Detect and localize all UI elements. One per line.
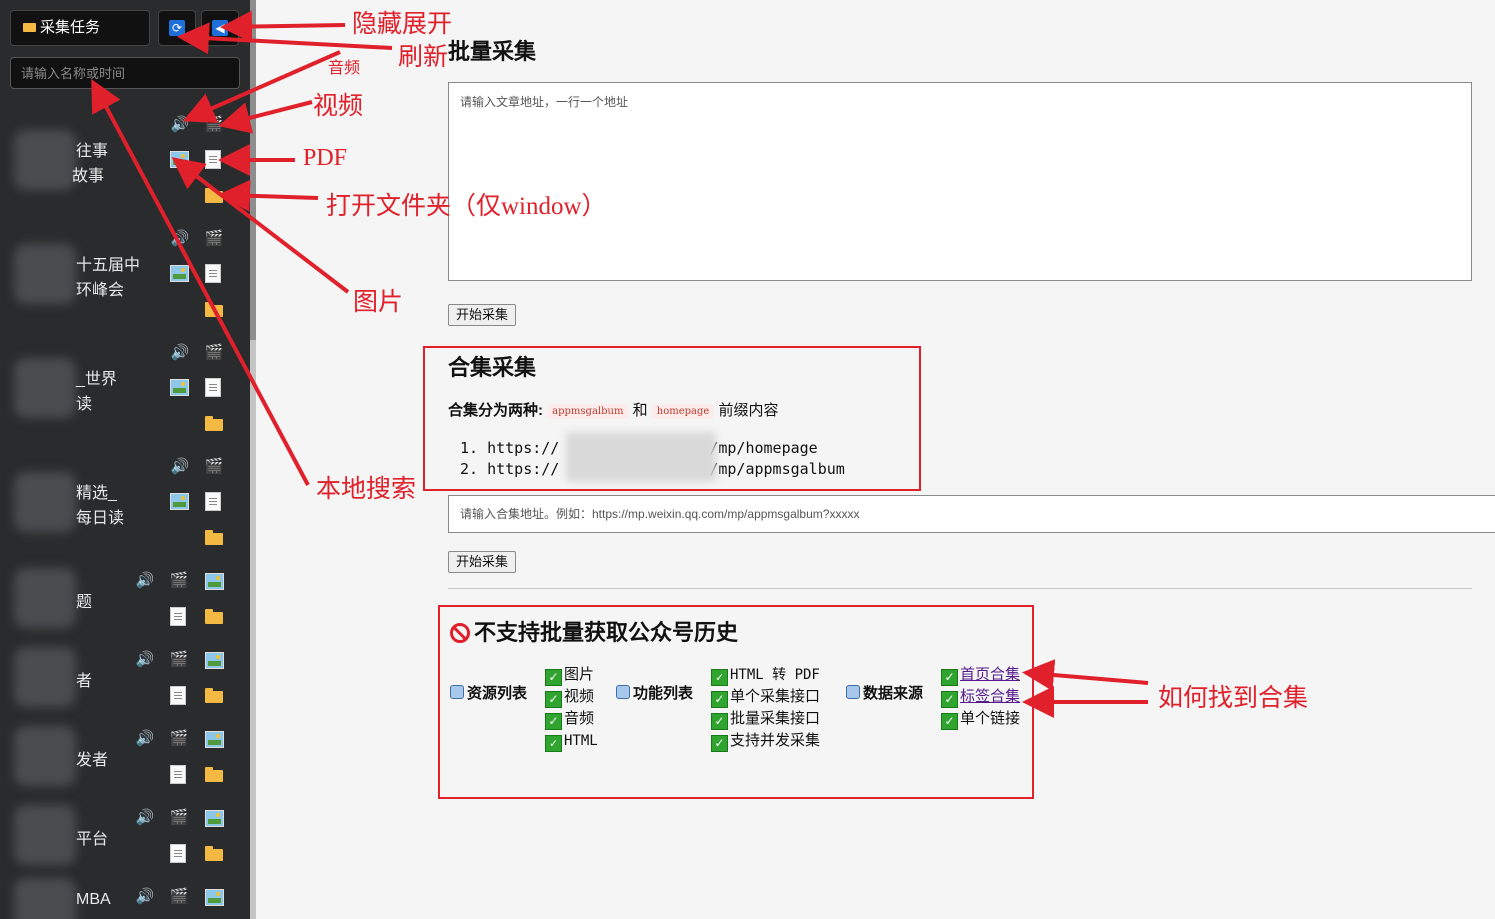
arrow-video — [218, 100, 313, 134]
arrow-search — [91, 78, 310, 486]
annotation-arrows — [91, 10, 1149, 718]
annotation-folder: 打开文件夹（仅window） — [326, 193, 607, 220]
annotation-refresh: 刷新 — [398, 44, 449, 71]
annotation-search: 本地搜索 — [316, 476, 417, 503]
arrow-toggle — [220, 10, 346, 43]
annotation-find-collection: 如何找到合集 — [1158, 685, 1309, 712]
annotation-video: 视频 — [313, 93, 364, 120]
annotation-toggle: 隐藏展开 — [352, 11, 453, 38]
annotation-pdf: PDF — [303, 145, 348, 171]
arrow-image — [171, 157, 350, 294]
arrow-homepage-collection — [1022, 659, 1149, 691]
annotation-image: 图片 — [353, 289, 404, 316]
arrow-folder — [218, 179, 319, 212]
annotation-audio: 音频 — [328, 60, 361, 77]
